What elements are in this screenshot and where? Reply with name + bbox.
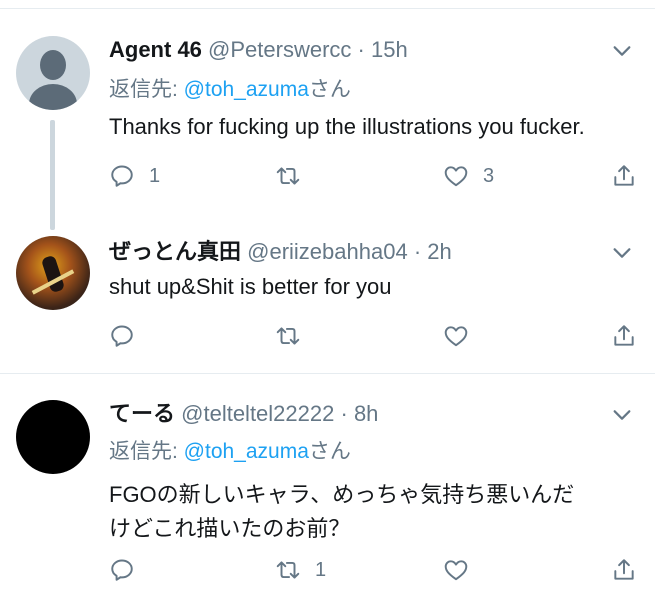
thread-connector-line: [50, 120, 55, 230]
tweet-text-line: shut up&Shit is better for you: [109, 274, 392, 299]
reply-to-line: 返信先: @toh_azumaさん: [109, 434, 639, 470]
separator-dot: ·: [340, 401, 348, 426]
reply-mention-link[interactable]: @toh_azuma: [184, 440, 309, 463]
reply-icon: [111, 165, 133, 187]
tweet-header: Agent 46 @Peterswercc · 15h: [109, 28, 639, 72]
reply-button[interactable]: [109, 553, 149, 587]
reply-count: 1: [149, 164, 161, 187]
display-name[interactable]: ぜっとん真田: [109, 239, 241, 264]
reply-icon: [111, 559, 133, 581]
tweet-actions: 1 3: [109, 159, 639, 193]
like-icon: [444, 560, 468, 581]
tweet-text: FGOの新しいキャラ、めっちゃ気持ち悪いんだ けどこれ描いたのお前？: [109, 478, 639, 546]
like-button[interactable]: 3: [443, 159, 494, 193]
avatar-shoulders-shape: [29, 84, 77, 110]
reply-to-suffix: さん: [308, 440, 351, 463]
tweet-content: てーる @telteltel22222 · 8h 返信先: @toh_azuma…: [109, 398, 639, 546]
retweet-button[interactable]: [275, 159, 315, 193]
avatar[interactable]: [16, 400, 90, 474]
user-handle[interactable]: @telteltel22222: [181, 401, 334, 426]
timestamp[interactable]: 8h: [354, 401, 378, 426]
share-button[interactable]: [611, 159, 637, 193]
retweet-count: 1: [315, 558, 327, 581]
tweet-content: ぜっとん真田 @eriizebahha04 · 2h shut up&Shit …: [109, 236, 639, 304]
tweet-text-line: Thanks for fucking up the illustrations …: [109, 114, 585, 139]
tweet-text: Thanks for fucking up the illustrations …: [109, 110, 639, 144]
share-icon: [614, 165, 634, 186]
top-divider: [0, 8, 655, 9]
retweet-icon: [276, 327, 300, 345]
share-icon: [614, 325, 634, 346]
avatar-head-shape: [40, 50, 66, 80]
reply-mention-link[interactable]: @toh_azuma: [184, 78, 309, 101]
share-icon: [614, 559, 634, 580]
reply-button[interactable]: [109, 319, 149, 353]
section-divider: [0, 373, 655, 374]
like-icon: [444, 326, 468, 347]
display-name[interactable]: てーる: [109, 401, 175, 426]
like-button[interactable]: [443, 319, 483, 353]
tweet-text-line: FGOの新しいキャラ、めっちゃ気持ち悪いんだ: [109, 482, 575, 507]
avatar[interactable]: [16, 236, 90, 310]
tweet-header: てーる @telteltel22222 · 8h: [109, 398, 639, 430]
reply-to-prefix: 返信先:: [109, 78, 184, 101]
display-name[interactable]: Agent 46: [109, 37, 202, 62]
user-handle[interactable]: @eriizebahha04: [247, 239, 408, 264]
reply-button[interactable]: 1: [109, 159, 160, 193]
like-button[interactable]: [443, 553, 483, 587]
separator-dot: ·: [413, 239, 422, 264]
user-handle[interactable]: @Peterswercc: [208, 37, 351, 62]
timestamp[interactable]: 15h: [371, 37, 408, 62]
tweet-content: Agent 46 @Peterswercc · 15h 返信先: @toh_az…: [109, 28, 639, 144]
tweet-actions: 1: [109, 553, 639, 587]
tweet-actions: [109, 319, 639, 353]
share-button[interactable]: [611, 553, 637, 587]
retweet-icon: [276, 561, 300, 579]
share-button[interactable]: [611, 319, 637, 353]
reply-icon: [111, 325, 133, 347]
like-icon: [444, 166, 468, 187]
chevron-down-icon[interactable]: [611, 242, 633, 264]
like-count: 3: [483, 164, 495, 187]
avatar[interactable]: [16, 36, 90, 110]
reply-to-suffix: さん: [308, 78, 351, 101]
chevron-down-icon[interactable]: [611, 40, 633, 62]
timestamp[interactable]: 2h: [427, 239, 451, 264]
separator-dot: ·: [357, 37, 365, 62]
reply-to-line: 返信先: @toh_azumaさん: [109, 72, 639, 108]
retweet-icon: [276, 167, 300, 185]
retweet-button[interactable]: [275, 319, 315, 353]
retweet-button[interactable]: 1: [275, 553, 326, 587]
chevron-down-icon[interactable]: [611, 404, 633, 426]
tweet-header: ぜっとん真田 @eriizebahha04 · 2h: [109, 236, 639, 268]
reply-to-prefix: 返信先:: [109, 440, 184, 463]
tweet-text-line: けどこれ描いたのお前？: [109, 516, 351, 541]
tweet-text: shut up&Shit is better for you: [109, 270, 639, 304]
